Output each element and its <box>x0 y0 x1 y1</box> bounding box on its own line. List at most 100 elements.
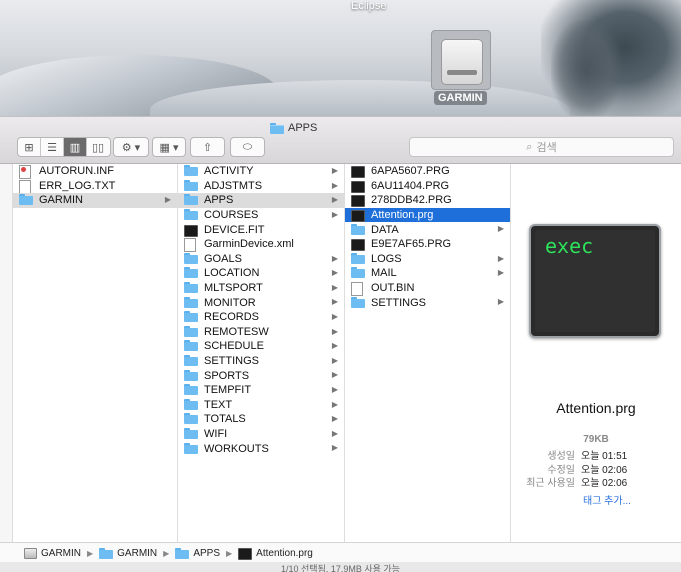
item-label: E9E7AF65.PRG <box>371 238 452 251</box>
meta-last-opened: 최근 사용일 오늘 02:06 <box>511 475 681 489</box>
folder-icon <box>184 282 198 294</box>
icon-shape <box>184 427 198 439</box>
folder-icon <box>184 325 198 338</box>
icon-shape <box>184 296 198 308</box>
folder-item-logs[interactable]: LOGS ▶ <box>345 252 510 267</box>
folder-icon <box>184 427 198 440</box>
file-item-autorun-inf[interactable]: AUTORUN.INF <box>13 164 177 180</box>
folder-item-data[interactable]: DATA ▶ <box>345 222 510 237</box>
folder-icon <box>184 355 198 367</box>
folder-item-settings[interactable]: SETTINGS ▶ <box>178 354 344 369</box>
icon-shape <box>184 311 198 323</box>
icon-view-button[interactable]: ⊞ <box>18 138 41 156</box>
folder-item-sports[interactable]: SPORTS ▶ <box>178 368 344 383</box>
icon-shape <box>184 252 198 264</box>
item-label: AUTORUN.INF <box>39 165 114 178</box>
item-label: SETTINGS <box>371 296 427 309</box>
drive-icon[interactable] <box>431 30 491 90</box>
list-view-button[interactable]: ☰ <box>41 138 64 156</box>
file-item-e9e7af65-prg[interactable]: E9E7AF65.PRG <box>345 237 510 252</box>
folder-item-wifi[interactable]: WIFI ▶ <box>178 427 344 442</box>
arrange-group: ▦ ▾ <box>152 137 186 157</box>
folder-item-monitor[interactable]: MONITOR ▶ <box>178 295 344 310</box>
folder-item-garmin[interactable]: GARMIN ▶ <box>13 193 177 208</box>
disclosure-arrow-icon: ▶ <box>331 282 338 292</box>
tag-icon: ⬭ <box>242 140 253 153</box>
file-item-6apa5607-prg[interactable]: 6APA5607.PRG <box>345 164 510 179</box>
folder-item-activity[interactable]: ACTIVITY ▶ <box>178 164 344 179</box>
folder-icon <box>351 267 365 279</box>
folder-item-apps[interactable]: APPS ▶ <box>178 193 344 208</box>
folder-icon <box>184 311 198 323</box>
file-item-garmindevice-xml[interactable]: GarminDevice.xml <box>178 237 344 253</box>
finder-window: APPS ⊞ ☰ ▥ ▯▯ ⚙ ▾ ▦ ▾ ⇧ ⬭ ⌕ 검색 AUTORUN.I… <box>0 116 681 572</box>
preview-filename: Attention.prg <box>556 400 636 416</box>
folder-item-schedule[interactable]: SCHEDULE ▶ <box>178 339 344 354</box>
arrange-menu-button[interactable]: ▦ ▾ <box>153 138 185 156</box>
drive-label[interactable]: GARMIN <box>434 91 487 105</box>
preview-pane: exec Attention.prg 79KB 생성일 오늘 01:51 수정일 오… <box>511 164 681 542</box>
path-item-apps[interactable]: APPS <box>193 548 220 559</box>
exec-icon <box>238 548 253 560</box>
folder-item-location[interactable]: LOCATION ▶ <box>178 266 344 281</box>
item-label: REMOTESW <box>204 325 269 338</box>
folder-icon <box>351 296 365 309</box>
file-item-device-fit[interactable]: DEVICE.FIT <box>178 222 344 237</box>
add-tags-link[interactable]: 태그 추가... <box>583 492 631 507</box>
folder-icon <box>184 165 198 177</box>
folder-item-records[interactable]: RECORDS ▶ <box>178 310 344 325</box>
icon-shape <box>184 384 198 396</box>
coverflow-view-button[interactable]: ▯▯ <box>87 138 109 156</box>
item-label: DATA <box>371 223 399 236</box>
share-button[interactable]: ⇧ <box>191 138 224 156</box>
exec-icon-text: exec <box>545 234 594 258</box>
folder-item-totals[interactable]: TOTALS ▶ <box>178 412 344 427</box>
folder-item-workouts[interactable]: WORKOUTS ▶ <box>178 441 344 456</box>
icon-shape <box>184 355 198 367</box>
folder-item-mail[interactable]: MAIL ▶ <box>345 266 510 281</box>
item-label: MONITOR <box>204 296 256 309</box>
file-item-278ddb42-prg[interactable]: 278DDB42.PRG <box>345 193 510 208</box>
window-title: APPS <box>270 121 317 135</box>
file-item-attention-prg[interactable]: Attention.prg <box>345 207 510 223</box>
disclosure-arrow-icon: ▶ <box>331 166 338 175</box>
file-item-6au11404-prg[interactable]: 6AU11404.PRG <box>345 179 510 194</box>
file-item-err-log-txt[interactable]: ERR_LOG.TXT <box>13 179 177 194</box>
folder-item-remotesw[interactable]: REMOTESW ▶ <box>178 325 344 340</box>
path-item-drive[interactable]: GARMIN <box>41 548 81 559</box>
path-item-garmin[interactable]: GARMIN <box>117 548 157 559</box>
path-bar: GARMIN ▶ GARMIN ▶ APPS ▶ Attention.prg <box>0 542 681 563</box>
path-item-file[interactable]: Attention.prg <box>256 548 313 559</box>
item-label: APPS <box>204 194 234 207</box>
folder-icon <box>184 267 198 279</box>
list-icon: ☰ <box>47 141 57 154</box>
wallpaper-trees-2 <box>551 20 621 118</box>
sidebar-edge <box>0 164 13 542</box>
tag-group: ⬭ <box>230 137 265 157</box>
preview-size: 79KB <box>583 434 609 445</box>
titlebar: APPS ⊞ ☰ ▥ ▯▯ ⚙ ▾ ▦ ▾ ⇧ ⬭ ⌕ 검색 <box>0 117 681 164</box>
file-item-out-bin[interactable]: OUT.BIN <box>345 281 510 297</box>
meta-value: 오늘 02:06 <box>581 478 628 490</box>
folder-icon <box>184 179 198 192</box>
item-label: GOALS <box>204 252 242 265</box>
column-view-button[interactable]: ▥ <box>64 138 87 156</box>
action-menu-button[interactable]: ⚙ ▾ <box>114 138 148 156</box>
folder-item-adjstmts[interactable]: ADJSTMTS ▶ <box>178 179 344 194</box>
disclosure-arrow-icon: ▶ <box>331 355 338 365</box>
folder-item-goals[interactable]: GOALS ▶ <box>178 252 344 267</box>
folder-item-courses[interactable]: COURSES ▶ <box>178 208 344 223</box>
path-separator-icon: ▶ <box>226 548 233 558</box>
desktop-app-label[interactable]: Eclipse <box>351 0 386 12</box>
path-separator-icon: ▶ <box>87 548 94 558</box>
search-input[interactable]: ⌕ 검색 <box>409 137 674 157</box>
folder-item-mltsport[interactable]: MLTSPORT ▶ <box>178 281 344 296</box>
gear-icon: ⚙ ▾ <box>121 141 141 154</box>
folder-item-settings[interactable]: SETTINGS ▶ <box>345 295 510 310</box>
folder-item-text[interactable]: TEXT ▶ <box>178 398 344 413</box>
preview-metadata: 생성일 오늘 01:51 수정일 오늘 02:06 최근 사용일 오늘 02:06 <box>511 448 681 489</box>
share-icon: ⇧ <box>202 141 213 154</box>
folder-item-tempfit[interactable]: TEMPFIT ▶ <box>178 383 344 398</box>
tag-button[interactable]: ⬭ <box>231 138 264 156</box>
item-label: 278DDB42.PRG <box>371 194 452 207</box>
